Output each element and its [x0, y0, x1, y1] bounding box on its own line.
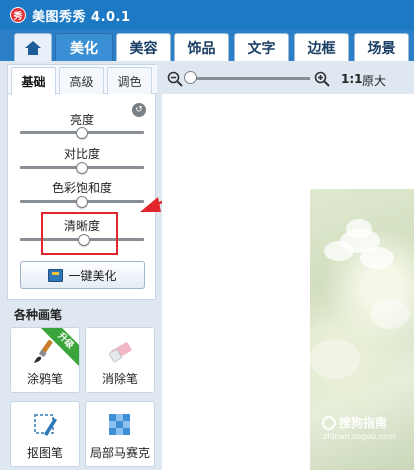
saturation-slider-thumb[interactable] — [76, 196, 88, 208]
doodle-pen-label: 涂鸦笔 — [26, 372, 63, 386]
subtab-color[interactable]: 调色 — [107, 67, 152, 94]
magic-wand-icon — [48, 268, 64, 282]
doodle-pen-button[interactable]: 升级 涂鸦笔 — [10, 327, 80, 393]
cutout-pen-label: 抠图笔 — [26, 446, 63, 460]
sogou-logo-icon — [322, 415, 336, 430]
cutout-pen-button[interactable]: 抠图笔 — [10, 401, 80, 467]
eraser-pen-label: 消除笔 — [101, 372, 138, 386]
highlight-annotation-box — [41, 212, 118, 255]
zoom-slider-thumb[interactable] — [184, 71, 197, 84]
tab-accessories[interactable]: 饰品 — [174, 33, 229, 61]
eraser-icon — [109, 342, 132, 363]
subtab-advanced[interactable]: 高级 — [59, 67, 104, 94]
title-bar: 秀 美图秀秀 4.0.1 — [0, 0, 414, 30]
tab-scene[interactable]: 场景 — [354, 33, 409, 61]
pen-cutout-icon — [34, 414, 57, 436]
tab-border[interactable]: 边框 — [294, 33, 349, 61]
subtab-basic[interactable]: 基础 — [11, 67, 56, 95]
zoom-out-icon[interactable] — [167, 71, 183, 87]
eraser-pen-button[interactable]: 消除笔 — [85, 327, 155, 393]
saturation-label: 色彩饱和度 — [51, 181, 112, 195]
brushes-section-title: 各种画笔 — [14, 308, 63, 322]
one-click-beautify-button[interactable]: 一键美化 — [20, 261, 145, 289]
watermark-text: 搜狗指南 — [339, 416, 388, 430]
zoom-slider-track[interactable] — [190, 77, 310, 80]
mosaic-pen-button[interactable]: 局部马赛克 — [85, 401, 155, 467]
mosaic-pen-label: 局部马赛克 — [89, 446, 150, 460]
tab-home[interactable] — [14, 33, 52, 61]
tab-cosmetic[interactable]: 美容 — [116, 33, 171, 61]
tab-text[interactable]: 文字 — [234, 33, 289, 61]
original-size-button[interactable]: 原大 — [362, 72, 386, 89]
contrast-slider-thumb[interactable] — [76, 162, 88, 174]
brightness-label: 亮度 — [69, 113, 94, 127]
zoom-in-icon[interactable] — [314, 71, 330, 87]
home-icon — [25, 40, 41, 55]
brightness-slider-thumb[interactable] — [76, 127, 88, 139]
app-title: 美图秀秀 4.0.1 — [32, 9, 131, 25]
app-logo-icon: 秀 — [10, 7, 26, 23]
watermark-url: zhinan.sogou.com — [323, 432, 396, 441]
contrast-label: 对比度 — [63, 147, 100, 161]
adjustment-panel: 基础 高级 调色 ↺ 亮度 对比度 色彩饱和度 清晰度 一键美化 — [7, 64, 157, 300]
actual-size-ratio-button[interactable]: 1:1 — [341, 72, 363, 86]
adjustment-subtabs: 基础 高级 调色 — [8, 65, 157, 95]
tab-beautify[interactable]: 美化 — [55, 33, 113, 61]
mosaic-icon — [109, 414, 130, 435]
one-click-beautify-label: 一键美化 — [68, 268, 117, 283]
main-tab-strip: 美化 美容 饰品 文字 边框 场景 — [0, 30, 414, 61]
watermark: 搜狗指南 — [322, 414, 387, 431]
